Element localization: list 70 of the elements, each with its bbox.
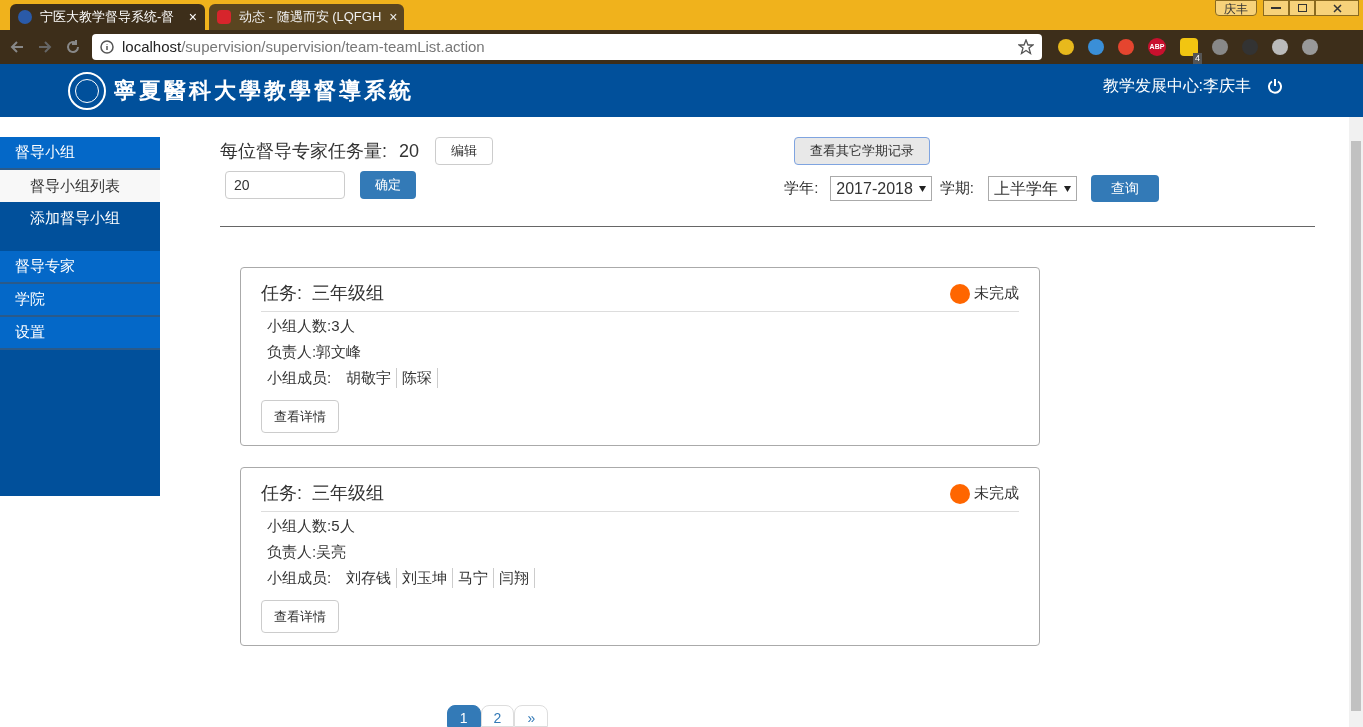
close-window-icon[interactable] xyxy=(1315,0,1359,16)
team-leader: 负责人:吴亮 xyxy=(267,542,348,562)
favicon-icon xyxy=(18,10,32,24)
task-title: 任务: 三年级组 xyxy=(261,482,384,505)
extension-icon[interactable] xyxy=(1180,38,1198,56)
restore-icon[interactable] xyxy=(1289,0,1315,16)
extension-icon[interactable] xyxy=(1272,39,1288,55)
edit-button[interactable]: 编辑 xyxy=(435,137,494,165)
university-logo-icon xyxy=(68,71,106,110)
details-button[interactable]: 查看详情 xyxy=(261,600,339,633)
notification-badge: 4 xyxy=(1193,53,1202,64)
quota-value: 20 xyxy=(399,139,420,163)
member-name: 陈琛 xyxy=(397,368,439,388)
power-icon[interactable] xyxy=(1267,77,1283,94)
member-name: 马宁 xyxy=(453,568,495,588)
close-icon[interactable]: × xyxy=(389,6,398,28)
favicon-icon xyxy=(217,10,231,24)
quota-label: 每位督导专家任务量: xyxy=(220,139,387,163)
tab-title: 宁医大教学督导系统-督 xyxy=(40,8,176,27)
extension-icon[interactable] xyxy=(1118,39,1134,55)
term-label: 学期: xyxy=(939,178,974,199)
history-button[interactable]: 查看其它学期记录 xyxy=(794,137,931,165)
page-link[interactable]: 2 xyxy=(480,705,515,727)
extension-icon[interactable] xyxy=(1088,39,1104,55)
sidebar-subitem[interactable]: 添加督导小组 xyxy=(0,202,160,234)
status-text: 未完成 xyxy=(974,283,1019,304)
member-count: 小组人数:5人 xyxy=(267,516,356,536)
extension-icon[interactable] xyxy=(1302,39,1318,55)
dropdown-caret-icon xyxy=(1064,185,1071,192)
page-link[interactable]: » xyxy=(514,705,549,727)
browser-tab[interactable]: 动态 - 随遇而安 (LQFGH × xyxy=(209,4,404,30)
reload-icon[interactable] xyxy=(64,38,82,56)
status-text: 未完成 xyxy=(974,483,1019,504)
members-label: 小组成员: xyxy=(267,568,332,588)
sidebar-subitem[interactable]: 督导小组列表 xyxy=(0,170,160,202)
member-count: 小组人数:3人 xyxy=(267,316,356,336)
browser-tab[interactable]: 宁医大教学督导系统-督 × xyxy=(10,4,205,30)
sidebar-item[interactable]: 督导专家 xyxy=(0,251,160,284)
tab-title: 动态 - 随遇而安 (LQFGH xyxy=(239,8,382,27)
member-name: 胡敬宇 xyxy=(341,368,398,388)
member-name: 刘玉坤 xyxy=(397,568,454,588)
extension-icon[interactable] xyxy=(1058,39,1074,55)
dropdown-caret-icon xyxy=(918,185,926,192)
user-name: 教学发展中心:李庆丰 xyxy=(1102,75,1251,96)
url-text: localhost/supervision/supervision/team-teamList.action xyxy=(122,36,486,57)
sidebar-item[interactable]: 学院 xyxy=(0,284,160,317)
address-bar[interactable]: localhost/supervision/supervision/team-teamList.action xyxy=(92,34,1042,60)
system-title: 寧夏醫科大學教學督導系統 xyxy=(114,76,414,105)
task-title: 任务: 三年级组 xyxy=(261,282,384,305)
close-icon[interactable]: × xyxy=(188,6,197,28)
star-icon[interactable] xyxy=(1018,39,1034,55)
extension-icon[interactable] xyxy=(1212,39,1228,55)
sidebar-item[interactable]: 督导小组 xyxy=(0,137,160,170)
term-select[interactable]: 上半学年 xyxy=(988,176,1077,201)
confirm-button[interactable]: 确定 xyxy=(360,171,416,199)
year-select[interactable]: 2017-2018 xyxy=(830,176,932,201)
team-leader: 负责人:郭文峰 xyxy=(267,342,363,362)
query-button[interactable]: 查询 xyxy=(1091,175,1159,202)
quota-input[interactable]: 20 xyxy=(225,171,345,199)
member-name: 闫翔 xyxy=(494,568,536,588)
page-link[interactable]: 1 xyxy=(446,705,481,727)
minimize-icon[interactable] xyxy=(1263,0,1289,16)
info-icon xyxy=(100,40,114,54)
scrollbar-thumb[interactable] xyxy=(1351,141,1361,711)
sidebar-item[interactable]: 设置 xyxy=(0,317,160,350)
member-name: 刘存钱 xyxy=(341,568,398,588)
year-label: 学年: xyxy=(784,178,819,199)
details-button[interactable]: 查看详情 xyxy=(261,400,339,433)
members-label: 小组成员: xyxy=(267,368,332,388)
profile-button[interactable]: 庆丰 xyxy=(1215,0,1257,16)
